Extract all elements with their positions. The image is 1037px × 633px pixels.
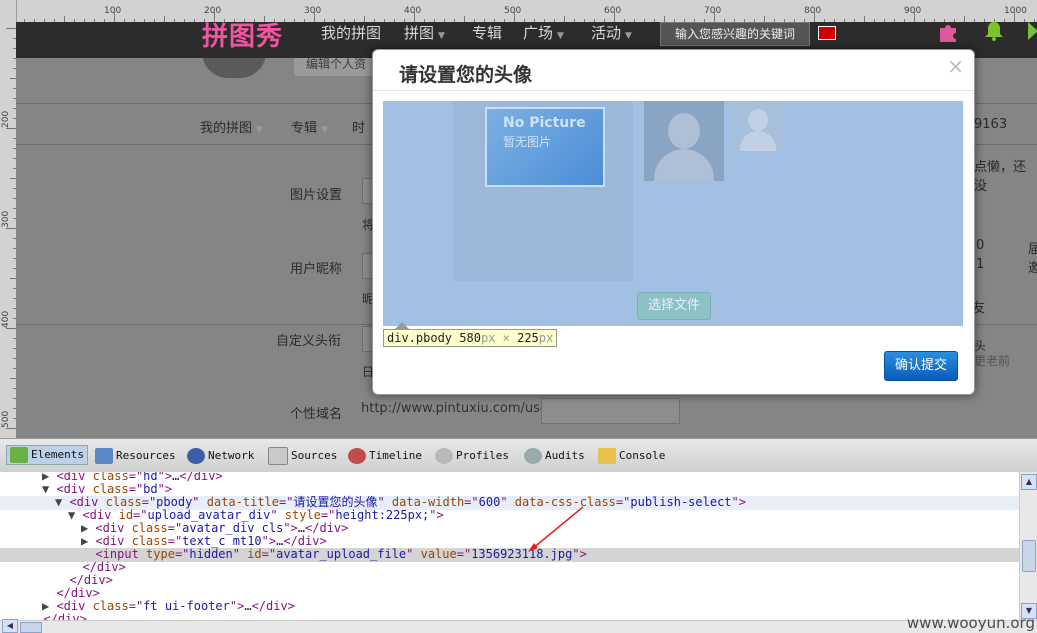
annotation-arrow <box>528 506 584 552</box>
watermark: www.wooyun.org <box>906 614 1035 632</box>
